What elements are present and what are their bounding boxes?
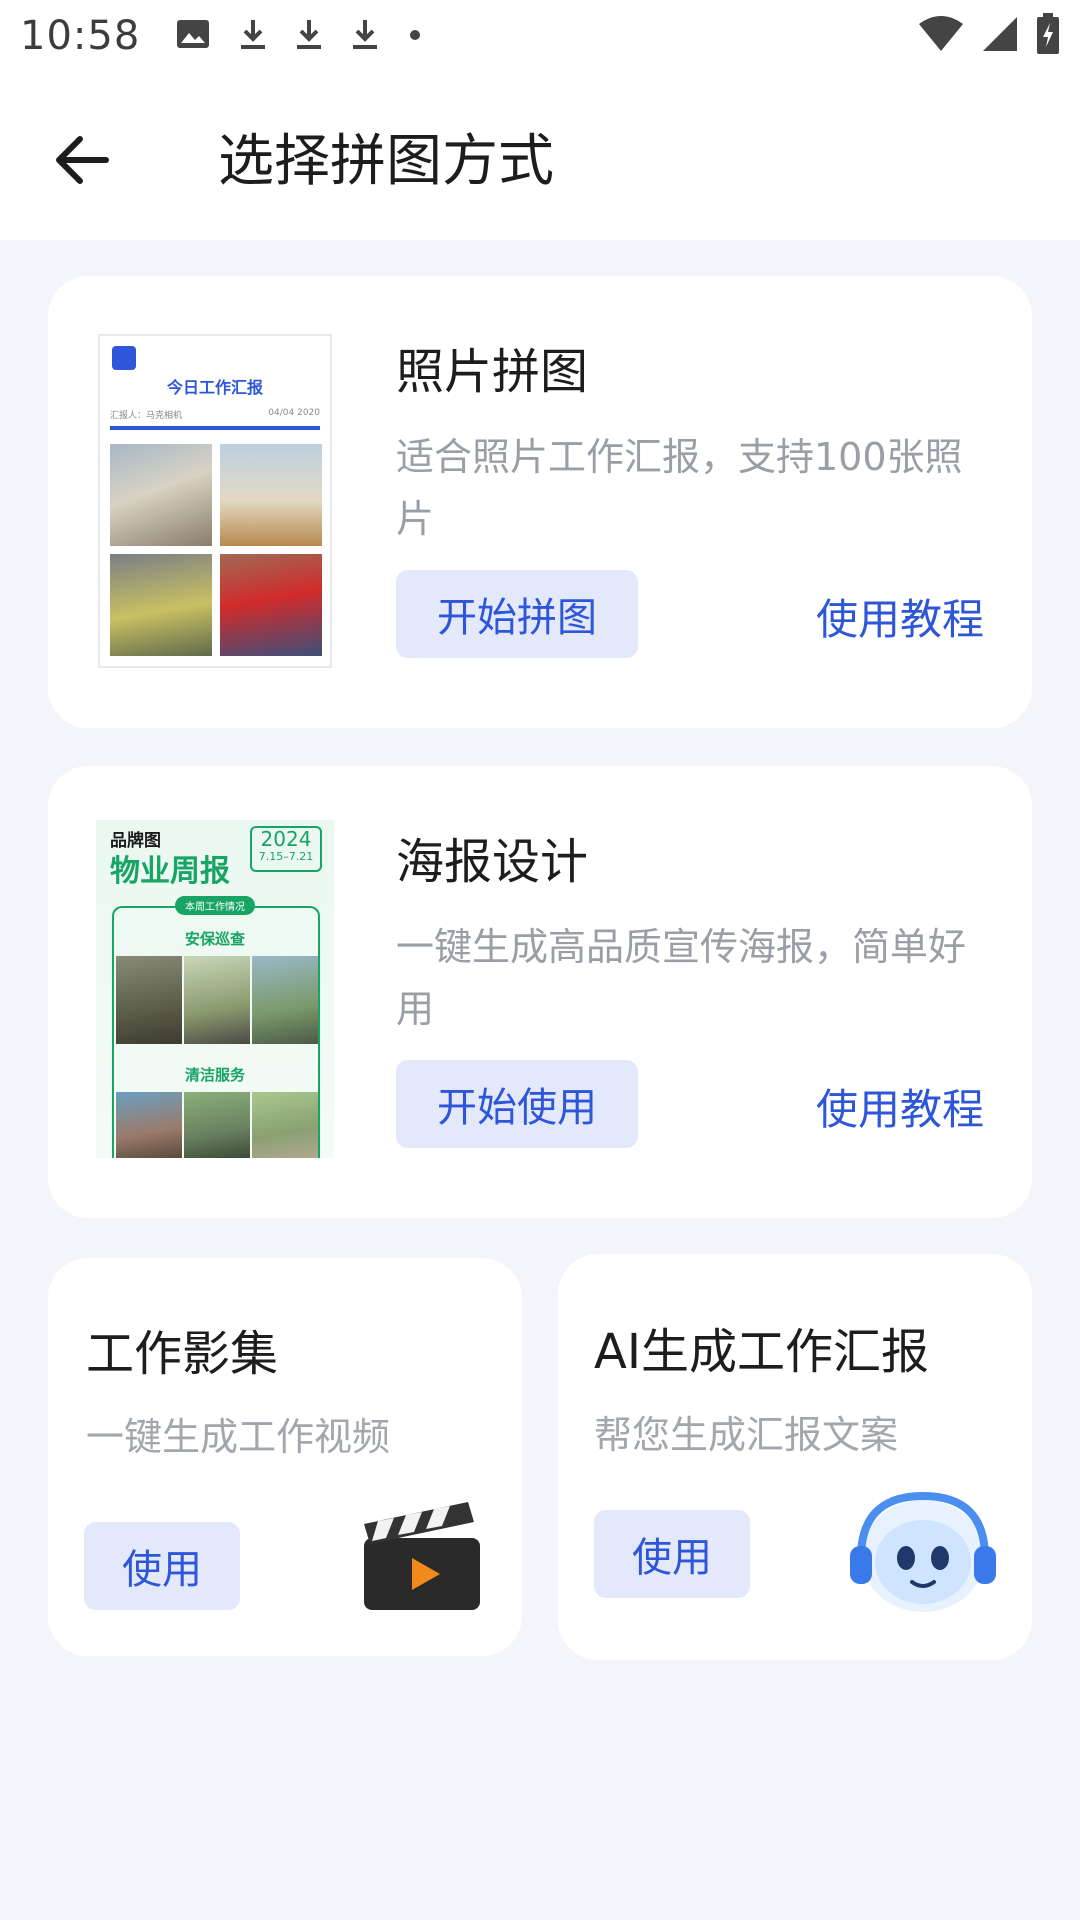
poster-section-1: 安保巡查 (184, 930, 245, 948)
tutorial-link[interactable]: 使用教程 (816, 586, 984, 647)
card-title: 海报设计 (396, 834, 589, 890)
start-collage-button[interactable]: 开始拼图 (396, 570, 638, 658)
poster-section-2: 清洁服务 (184, 1066, 245, 1084)
card-description: 一键生成工作视频 (86, 1415, 391, 1459)
poster-year: 2024 (260, 827, 312, 851)
photo-thumbnail (184, 956, 250, 1044)
photo-thumbnail (252, 956, 318, 1044)
back-button[interactable] (40, 120, 124, 204)
photo-thumbnail (116, 1092, 182, 1158)
dot-icon (408, 27, 422, 46)
poster-design-card[interactable]: 品牌图 物业周报 2024 7.15–7.21 本周工作情况 安保巡查 清洁服务… (48, 766, 1032, 1218)
battery-charging-icon (1036, 13, 1060, 59)
image-icon (176, 19, 210, 53)
poster-section-label: 本周工作情况 (175, 896, 255, 915)
robot-headset-icon (848, 1488, 998, 1622)
status-time: 10:58 (20, 13, 141, 59)
photo-thumbnail (220, 554, 322, 656)
photo-collage-thumbnail: 今日工作汇报 汇报人：马克相机 04/04 2020 (98, 334, 332, 668)
ai-report-card[interactable]: AI生成工作汇报 帮您生成汇报文案 使用 (558, 1254, 1032, 1660)
arrow-left-icon (52, 134, 112, 190)
signal-icon (982, 16, 1018, 56)
app-bar: 选择拼图方式 (0, 72, 1080, 240)
poster-headline: 物业周报 (110, 854, 230, 889)
photo-thumbnail (110, 554, 212, 656)
work-album-card[interactable]: 工作影集 一键生成工作视频 使用 (48, 1258, 522, 1656)
start-use-button[interactable]: 开始使用 (396, 1060, 638, 1148)
use-button[interactable]: 使用 (594, 1510, 750, 1598)
download-icon (352, 18, 378, 54)
photo-thumbnail (110, 444, 212, 546)
card-title: AI生成工作汇报 (594, 1324, 929, 1380)
photo-thumbnail (116, 956, 182, 1044)
card-description: 一键生成高品质宣传海报，简单好用 (396, 925, 967, 1031)
photo-thumbnail (184, 1092, 250, 1158)
photo-thumbnail (252, 1092, 318, 1158)
photo-thumbnail (220, 444, 322, 546)
photo-collage-card[interactable]: 今日工作汇报 汇报人：马克相机 04/04 2020 照片拼图 适合照片工作汇报… (48, 276, 1032, 728)
card-description: 帮您生成汇报文案 (594, 1413, 899, 1457)
card-description: 适合照片工作汇报，支持100张照片 (396, 435, 963, 541)
page-title: 选择拼图方式 (218, 129, 554, 194)
poster-date-range: 7.15–7.21 (258, 850, 314, 863)
thumbnail-reporter: 汇报人：马克相机 (110, 411, 183, 421)
clapperboard-icon (360, 1498, 484, 1618)
logo-icon (112, 346, 136, 370)
thumbnail-title: 今日工作汇报 (166, 378, 263, 397)
status-bar: 10:58 (0, 0, 1080, 72)
wifi-icon (918, 16, 964, 56)
poster-thumbnail: 品牌图 物业周报 2024 7.15–7.21 本周工作情况 安保巡查 清洁服务 (96, 820, 334, 1158)
thumbnail-date: 04/04 2020 (268, 408, 320, 418)
use-button[interactable]: 使用 (84, 1522, 240, 1610)
card-title: 工作影集 (86, 1326, 279, 1382)
download-icon (296, 18, 322, 54)
download-icon (240, 18, 266, 54)
tutorial-link[interactable]: 使用教程 (816, 1076, 984, 1137)
card-title: 照片拼图 (396, 344, 589, 400)
